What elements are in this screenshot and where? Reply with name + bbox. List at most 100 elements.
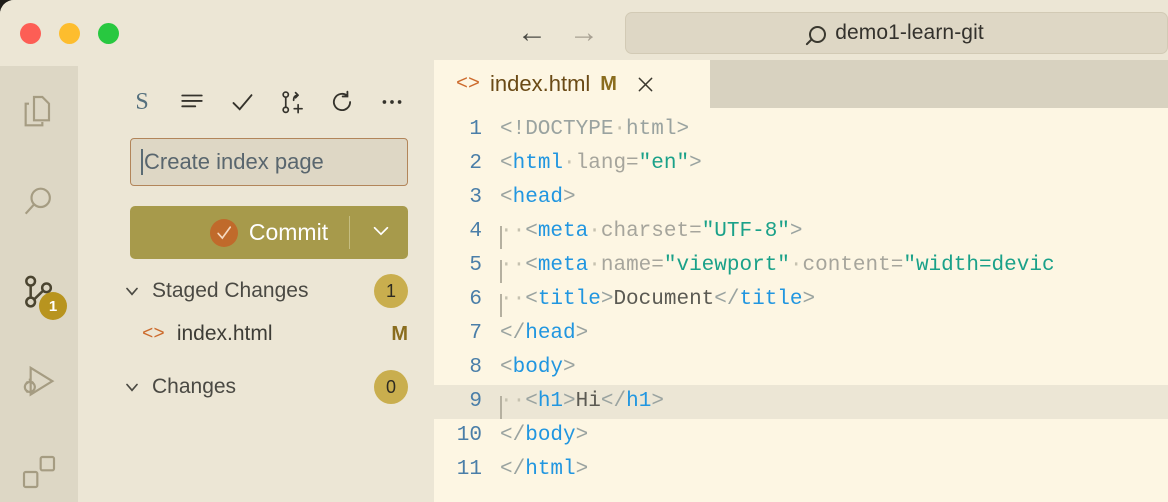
code-line-text: <html·lang="en">: [500, 147, 1168, 181]
line-number: 4: [469, 220, 482, 243]
chevron-down-icon[interactable]: [370, 219, 392, 246]
command-center-search[interactable]: demo1-learn-git: [625, 12, 1168, 54]
code-token: >: [575, 424, 589, 447]
code-line[interactable]: 3 <head>: [434, 181, 1168, 215]
code-token: </: [500, 424, 526, 447]
maximize-window-button[interactable]: [98, 22, 119, 44]
code-line[interactable]: 10 </body>: [434, 419, 1168, 453]
code-token: ··: [500, 390, 526, 413]
files-icon: [19, 92, 59, 132]
sidebar-item-run-and-debug[interactable]: [15, 358, 63, 406]
code-token: <: [525, 288, 538, 311]
code-token: </: [714, 288, 740, 311]
sync-s-icon[interactable]: S: [128, 88, 156, 116]
code-token: ··: [500, 254, 526, 277]
code-token: h1: [626, 390, 652, 413]
sidebar-item-extensions[interactable]: [15, 448, 63, 496]
commit-button-divider: [348, 216, 350, 249]
code-line[interactable]: 5 ··<meta·name="viewport"·content="width=…: [434, 249, 1168, 283]
code-token: body: [512, 356, 564, 379]
list-item[interactable]: <> index.html M: [78, 313, 434, 355]
code-token: ·: [563, 152, 576, 175]
code-token: name=: [600, 254, 664, 277]
tab-index-html[interactable]: <> index.html M: [434, 60, 710, 108]
code-token: >: [563, 390, 576, 413]
code-editor-content[interactable]: 1 <!DOCTYPE·html> 2 <html·lang="en"> 3 <head>…: [434, 108, 1168, 487]
tab-status-badge: M: [600, 72, 617, 95]
code-token: title: [537, 288, 601, 311]
code-token: Hi: [575, 390, 601, 413]
new-branch-icon[interactable]: [278, 88, 306, 116]
sidebar-item-search[interactable]: [15, 178, 63, 226]
code-token: ··: [500, 220, 526, 243]
code-token: meta: [537, 220, 589, 243]
status-badge: M: [391, 322, 408, 345]
code-token: ·: [588, 254, 601, 277]
code-token: body: [525, 424, 576, 447]
close-window-button[interactable]: [20, 22, 41, 44]
stage-all-changes-icon[interactable]: [228, 88, 256, 116]
code-line-text: ··<h1>Hi</h1>: [500, 385, 1168, 419]
group-header-staged-changes[interactable]: Staged Changes 1: [78, 269, 434, 313]
code-line[interactable]: 6 ··<title>Document</title>: [434, 283, 1168, 317]
code-token: <: [525, 220, 538, 243]
code-line-text: </head>: [500, 317, 1168, 351]
code-line[interactable]: 2 <html·lang="en">: [434, 147, 1168, 181]
sidebar-item-source-control[interactable]: 1: [15, 268, 67, 320]
code-line[interactable]: 7 </head>: [434, 317, 1168, 351]
code-line[interactable]: 9 ··<h1>Hi</h1>: [434, 385, 1168, 419]
code-token: >: [802, 288, 816, 311]
line-number: 9: [469, 390, 482, 413]
code-token: "viewport": [663, 254, 790, 277]
minimize-window-button[interactable]: [59, 22, 80, 44]
code-token: >: [563, 356, 576, 379]
commit-button-label: Commit: [248, 219, 329, 245]
search-input-value: demo1-learn-git: [835, 21, 984, 44]
line-number: 10: [456, 424, 482, 447]
code-token: "UTF-8": [701, 220, 790, 243]
code-token: html>: [626, 118, 690, 141]
source-control-badge: 1: [39, 292, 67, 320]
line-number: 8: [469, 356, 482, 379]
group-title: Staged Changes: [152, 279, 309, 302]
group-header-changes[interactable]: Changes 0: [78, 365, 434, 409]
scm-toolbar: S: [78, 60, 434, 122]
activity-bar: 1: [0, 66, 78, 502]
code-token: </: [500, 458, 526, 481]
commit-message-input[interactable]: Create index page: [130, 138, 408, 186]
refresh-icon[interactable]: [328, 88, 356, 116]
code-token: >: [563, 186, 576, 209]
line-number: 5: [469, 254, 482, 277]
group-title: Changes: [152, 375, 237, 398]
code-line[interactable]: 11 </html>: [434, 453, 1168, 487]
app-window: ← → demo1-learn-git 1 S Create index pag…: [0, 0, 1168, 502]
code-token: content=: [802, 254, 904, 277]
source-control-panel: S Create index page Commit Staged Change…: [78, 60, 434, 502]
forward-arrow-icon[interactable]: →: [569, 18, 599, 48]
code-line[interactable]: 1 <!DOCTYPE·html>: [434, 113, 1168, 147]
line-number: 7: [469, 322, 482, 345]
view-as-list-icon[interactable]: [178, 88, 206, 116]
close-icon[interactable]: [635, 74, 656, 95]
code-line-text: ··<meta·charset="UTF-8">: [500, 215, 1168, 249]
back-arrow-icon[interactable]: ←: [517, 18, 547, 48]
title-bar: ← → demo1-learn-git: [0, 0, 1168, 66]
code-token: </: [600, 390, 627, 413]
code-line-text: <head>: [500, 181, 1168, 215]
commit-button[interactable]: Commit: [130, 206, 408, 259]
code-token: ··: [500, 288, 526, 311]
code-token: "en": [638, 152, 690, 175]
navigation-arrows: ← →: [517, 18, 599, 48]
more-actions-icon[interactable]: [378, 88, 406, 116]
code-line-text: ··<title>Document</title>: [500, 283, 1168, 317]
group-count-badge: 1: [374, 274, 408, 308]
sidebar-item-explorer[interactable]: [15, 88, 63, 136]
group-count-badge: 0: [374, 370, 408, 404]
code-line[interactable]: 4 ··<meta·charset="UTF-8">: [434, 215, 1168, 249]
code-line[interactable]: 8 <body>: [434, 351, 1168, 385]
code-token: >: [575, 322, 589, 345]
code-token: <: [525, 254, 538, 277]
code-token: charset=: [600, 220, 702, 243]
code-token: html: [512, 152, 564, 175]
search-icon: [809, 25, 827, 43]
